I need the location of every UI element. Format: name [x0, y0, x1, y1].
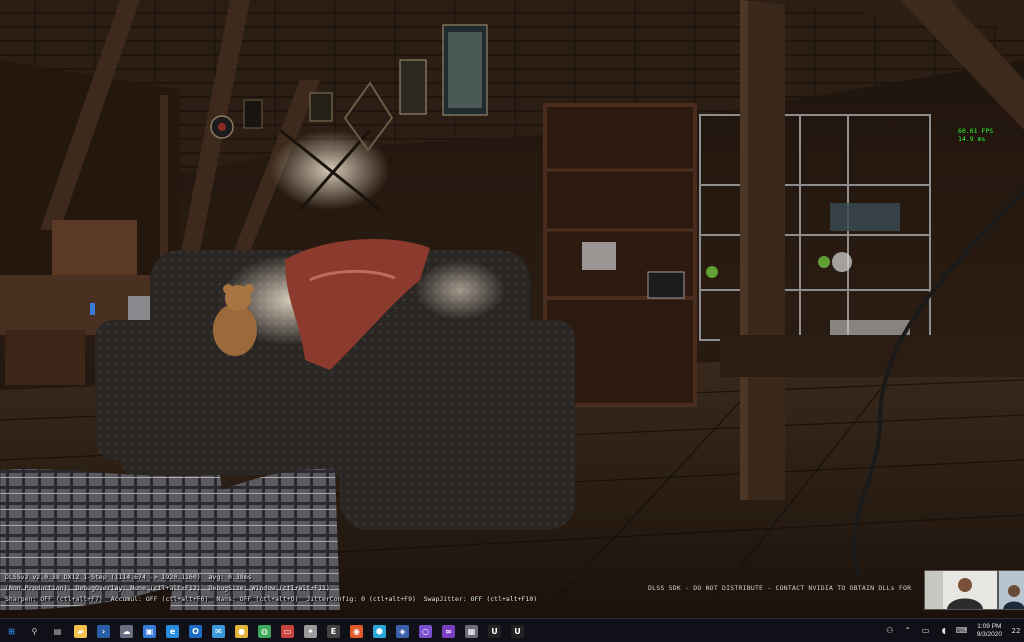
edge-app[interactable]: e [161, 619, 184, 642]
app-14[interactable]: ⬢ [368, 619, 391, 642]
unreal-app-1[interactable]: U [483, 619, 506, 642]
terminal-icon: › [97, 624, 110, 638]
webcam-person-2 [999, 571, 1024, 609]
file-explorer-app[interactable]: ▰ [69, 619, 92, 642]
visual-studio-icon: ∞ [442, 624, 455, 638]
app-7[interactable]: ✉ [207, 619, 230, 642]
webcam-feed-2[interactable] [998, 570, 1024, 610]
dlss-sdk-notice: DLSS SDK - DO NOT DISTRIBUTE - CONTACT N… [648, 584, 912, 592]
clock-date: 9/3/2020 [976, 631, 1002, 638]
chat-icon: ✉ [212, 624, 225, 638]
search-icon: ⚲ [31, 626, 38, 636]
dlss-debug-line-2: (Non Production) DebugOverlay: None (ctl… [5, 584, 330, 592]
task-view-icon: ▤ [53, 626, 62, 636]
frame-time-value: 14.9 ms [958, 135, 986, 143]
epic-games-icon: E [327, 624, 340, 638]
unreal-engine-icon: U [488, 624, 501, 638]
webcam-person-1 [925, 571, 997, 609]
clock-time: 1:09 PM [977, 623, 1002, 630]
app-11[interactable]: ✦ [299, 619, 322, 642]
notification-center-button[interactable]: 22 [1008, 619, 1024, 642]
visual-studio-app[interactable]: ∞ [437, 619, 460, 642]
outlook-icon: O [189, 624, 202, 638]
chevron-up-icon[interactable]: ⌃ [902, 625, 914, 637]
tray-icons: ⚇ ⌃ ▭ ◖ ⌨ [881, 625, 971, 637]
taskbar-apps: ⊞ ⚲ ▤ ▰ › ☁ ▣ e O ✉ ● ◍ ▭ ✦ E ◉ ⬢ ◈ ○ ∞ ▦ U U [0, 619, 529, 642]
game-viewport[interactable]: 60.01 FPS 14.9 ms DLSSv2 v2.0.38 DX12 1-… [0, 0, 1024, 618]
presentation-icon: ▭ [281, 624, 294, 638]
gamepad-icon: ✦ [304, 624, 317, 638]
people-icon[interactable]: ⚇ [884, 625, 896, 637]
dlss-debug-line-1: DLSSv2 v2.0.38 DX12 1-Step (1114.674 -> … [5, 573, 252, 581]
unreal-engine-icon: U [511, 624, 524, 638]
chrome-app[interactable]: ● [230, 619, 253, 642]
windows-taskbar: ⊞ ⚲ ▤ ▰ › ☁ ▣ e O ✉ ● ◍ ▭ ✦ E ◉ ⬢ ◈ ○ ∞ ▦ U U ⚇ ⌃ ▭ ◖ ⌨ 1:09 PM 9/… [0, 618, 1024, 642]
monitor-icon: ▦ [465, 624, 478, 638]
webcam-feed-1[interactable] [924, 570, 998, 610]
app-12[interactable]: E [322, 619, 345, 642]
edge-icon: e [166, 624, 179, 638]
network-icon[interactable]: ▭ [920, 625, 932, 637]
app-10[interactable]: ▭ [276, 619, 299, 642]
app-18[interactable]: ▦ [460, 619, 483, 642]
keyboard-icon[interactable]: ⌨ [956, 625, 968, 637]
globe-icon: ◍ [258, 624, 271, 638]
window-icon: ▣ [143, 624, 156, 638]
app-15[interactable]: ◈ [391, 619, 414, 642]
steam-icon: ◈ [396, 624, 409, 638]
app-4[interactable]: ▣ [138, 619, 161, 642]
chrome-icon: ● [235, 624, 248, 638]
fps-counter: 60.01 FPS 14.9 ms [958, 127, 993, 143]
system-tray: ⚇ ⌃ ▭ ◖ ⌨ 1:09 PM 9/3/2020 22 [881, 619, 1024, 642]
notification-count: 22 [1011, 627, 1021, 635]
start-button[interactable]: ⊞ [0, 619, 23, 642]
task-view-button[interactable]: ▤ [46, 619, 69, 642]
powershell-app[interactable]: › [92, 619, 115, 642]
fps-value: 60.01 FPS [958, 127, 994, 135]
shield-icon: ⬢ [373, 624, 386, 638]
unreal-app-2[interactable]: U [506, 619, 529, 642]
folder-icon: ▰ [74, 624, 87, 638]
ring-icon: ○ [419, 624, 432, 638]
attic-scene-render [0, 0, 1024, 618]
search-button[interactable]: ⚲ [23, 619, 46, 642]
cloud-icon: ☁ [120, 624, 133, 638]
app-3[interactable]: ☁ [115, 619, 138, 642]
system-clock[interactable]: 1:09 PM 9/3/2020 [977, 623, 1002, 639]
speaker-icon[interactable]: ◖ [938, 625, 950, 637]
windows-logo-icon: ⊞ [8, 626, 15, 636]
outlook-app[interactable]: O [184, 619, 207, 642]
desktop-screen: 60.01 FPS 14.9 ms DLSSv2 v2.0.38 DX12 1-… [0, 0, 1024, 642]
browser-icon: ◉ [350, 624, 363, 638]
app-9[interactable]: ◍ [253, 619, 276, 642]
app-13[interactable]: ◉ [345, 619, 368, 642]
app-16[interactable]: ○ [414, 619, 437, 642]
dlss-debug-line-3: Sharpen: OFF (ctl+alt+F7) Accumul: OFF (… [5, 595, 538, 603]
